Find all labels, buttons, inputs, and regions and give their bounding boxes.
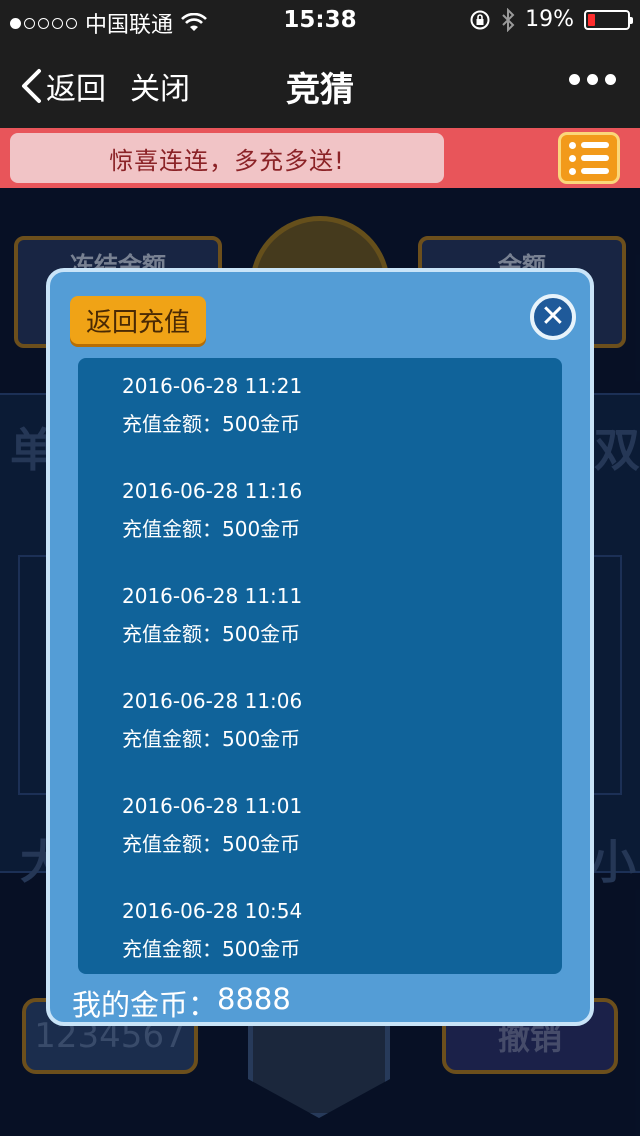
- record-date: 2016-06-28 11:16: [122, 479, 303, 503]
- record-amount: 充值金额：500金币: [122, 832, 301, 856]
- my-coins: 我的金币： 8888: [72, 982, 291, 1024]
- my-coins-label: 我的金币：: [72, 988, 218, 1022]
- battery-level: [588, 13, 595, 26]
- record-date: 2016-06-28 11:11: [122, 584, 303, 608]
- record-amount: 充值金额：500金币: [122, 937, 301, 961]
- page-title: 竞猜: [286, 70, 354, 110]
- list-item: 2016-06-28 11:01 充值金额：500金币: [122, 794, 542, 857]
- promo-text[interactable]: 惊喜连连，多充多送!: [10, 133, 444, 183]
- status-bar: 中国联通 15:38 19%: [0, 0, 640, 40]
- list-icon: [569, 141, 609, 149]
- record-amount: 充值金额：500金币: [122, 727, 301, 751]
- record-date: 2016-06-28 11:01: [122, 794, 303, 818]
- record-date: 2016-06-28 10:54: [122, 899, 303, 923]
- my-coins-value: 8888: [217, 982, 291, 1016]
- recharge-record-list[interactable]: 2016-06-28 11:21 充值金额：500金币 2016-06-28 1…: [78, 358, 562, 974]
- bluetooth-icon: [502, 7, 515, 32]
- list-item: 2016-06-28 11:21 充值金额：500金币: [122, 374, 542, 437]
- navigation-bar: 返回 关闭 竞猜: [0, 40, 640, 128]
- list-item: 2016-06-28 10:54 充值金额：500金币: [122, 899, 542, 962]
- status-right: 19%: [469, 7, 633, 32]
- rotation-lock-icon: [470, 10, 490, 29]
- record-amount: 充值金额：500金币: [122, 622, 301, 646]
- more-options-icon[interactable]: [569, 74, 616, 85]
- list-item: 2016-06-28 11:06 充值金额：500金币: [122, 689, 542, 752]
- record-amount: 充值金额：500金币: [122, 412, 301, 436]
- recharge-history-modal: 返回充值 ✕ 2016-06-28 11:21 充值金额：500金币 2016-…: [46, 268, 594, 1026]
- record-date: 2016-06-28 11:06: [122, 689, 303, 713]
- battery-icon: [584, 9, 633, 30]
- close-modal-icon[interactable]: ✕: [530, 294, 576, 340]
- menu-list-button[interactable]: [558, 132, 620, 184]
- record-amount: 充值金额：500金币: [122, 517, 301, 541]
- record-date: 2016-06-28 11:21: [122, 374, 303, 398]
- battery-percent: 19%: [525, 7, 574, 32]
- list-item: 2016-06-28 11:16 充值金额：500金币: [122, 479, 542, 542]
- list-item: 2016-06-28 11:11 充值金额：500金币: [122, 584, 542, 647]
- promo-banner: 惊喜连连，多充多送!: [0, 128, 640, 188]
- back-to-recharge-button[interactable]: 返回充值: [70, 296, 206, 344]
